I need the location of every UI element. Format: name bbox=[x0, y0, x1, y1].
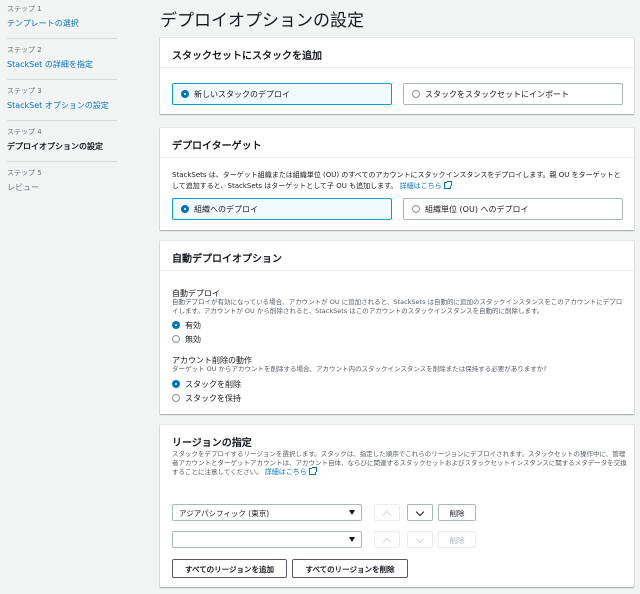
panel-header: スタックセットにスタックを追加 bbox=[160, 38, 634, 68]
step-number: ステップ 5 bbox=[7, 169, 42, 177]
step-label-stackset-options[interactable]: StackSet オプションの設定 bbox=[7, 100, 117, 111]
deploy-new-stacks-tile[interactable]: 新しいスタックのデプロイ bbox=[172, 83, 392, 105]
remove-region-button[interactable]: 削除 bbox=[438, 531, 476, 548]
panel-header: リージョンの指定 bbox=[172, 438, 252, 449]
external-link-icon bbox=[308, 467, 317, 475]
tile-label: スタックをスタックセットにインポート bbox=[425, 90, 569, 99]
radio-unselected-icon[interactable] bbox=[412, 205, 420, 213]
region-select-empty[interactable] bbox=[172, 531, 362, 548]
option-label: 有効 bbox=[185, 321, 201, 330]
delete-stacks-option[interactable]: スタックを削除 bbox=[172, 379, 241, 390]
step-label-stackset-details[interactable]: StackSet の詳細を指定 bbox=[7, 59, 117, 70]
radio-selected-icon[interactable] bbox=[172, 380, 180, 388]
auto-deploy-description: 自動デプロイが有効になっている場合、アカウントが OU に追加されると、Stac… bbox=[172, 298, 623, 315]
auto-deploy-disabled-option[interactable]: 無効 bbox=[172, 334, 201, 345]
regions-panel: リージョンの指定 スタックをデプロイするリージョンを選択します。スタックは、指定… bbox=[160, 425, 634, 587]
panel-header: デプロイターゲット bbox=[160, 128, 634, 158]
chevron-up-icon bbox=[382, 537, 392, 547]
caret-down-icon bbox=[349, 510, 355, 515]
step-5: ステップ 5 レビュー bbox=[7, 169, 117, 193]
sidebar-steps: ステップ 1 テンプレートの選択 ステップ 2 StackSet の詳細を指定 … bbox=[0, 0, 130, 594]
regions-description: スタックをデプロイするリージョンを選択します。スタックは、指定した順序でこれらの… bbox=[172, 450, 627, 477]
region-select[interactable]: アジアパシフィック (東京) bbox=[172, 504, 362, 521]
add-all-regions-button[interactable]: すべてのリージョンを追加 bbox=[172, 559, 287, 578]
tile-label: 新しいスタックのデプロイ bbox=[194, 90, 290, 99]
step-1[interactable]: ステップ 1 テンプレートの選択 bbox=[7, 5, 117, 29]
radio-unselected-icon[interactable] bbox=[172, 335, 180, 343]
auto-deploy-enabled-option[interactable]: 有効 bbox=[172, 320, 201, 331]
step-number: ステップ 3 bbox=[7, 87, 42, 95]
chevron-down-icon bbox=[415, 507, 425, 517]
radio-selected-icon[interactable] bbox=[181, 205, 189, 213]
step-number: ステップ 4 bbox=[7, 128, 42, 136]
learn-more-link[interactable]: 詳細はこちら bbox=[400, 182, 442, 190]
step-divider bbox=[7, 120, 117, 121]
account-removal-description: ターゲット OU からアカウントを削除する場合、アカウント内のスタックインスタン… bbox=[172, 365, 547, 373]
move-down-button[interactable] bbox=[407, 504, 433, 521]
deploy-target-description: StackSets は、ターゲット組織または組織単位 (OU) のすべてのアカウ… bbox=[172, 170, 627, 192]
deployment-targets-panel: デプロイターゲット StackSets は、ターゲット組織または組織単位 (OU… bbox=[160, 128, 634, 230]
description-text: スタックをデプロイするリージョンを選択します。スタックは、指定した順序でこれらの… bbox=[172, 450, 627, 476]
option-label: スタックを削除 bbox=[185, 380, 241, 389]
move-down-button[interactable] bbox=[407, 531, 433, 548]
caret-down-icon bbox=[349, 537, 355, 542]
step-label-select-template[interactable]: テンプレートの選択 bbox=[7, 18, 117, 29]
step-label-deploy-options: デプロイオプションの設定 bbox=[7, 142, 103, 151]
radio-selected-icon[interactable] bbox=[172, 321, 180, 329]
retain-stacks-option[interactable]: スタックを保持 bbox=[172, 393, 241, 404]
move-up-button[interactable] bbox=[374, 531, 400, 548]
add-stacks-panel: スタックセットにスタックを追加 新しいスタックのデプロイ スタックをスタックセッ… bbox=[160, 38, 634, 114]
step-2[interactable]: ステップ 2 StackSet の詳細を指定 bbox=[7, 46, 117, 70]
radio-selected-icon[interactable] bbox=[181, 90, 189, 98]
tile-label: 組織単位 (OU) へのデプロイ bbox=[425, 205, 529, 214]
panel-header: 自動デプロイオプション bbox=[160, 241, 634, 271]
auto-deploy-panel: 自動デプロイオプション 自動デプロイ 自動デプロイが有効になっている場合、アカウ… bbox=[160, 241, 634, 414]
step-divider bbox=[7, 38, 117, 39]
step-3[interactable]: ステップ 3 StackSet オプションの設定 bbox=[7, 87, 117, 111]
step-number: ステップ 2 bbox=[7, 46, 42, 54]
chevron-down-icon bbox=[415, 534, 425, 544]
step-number: ステップ 1 bbox=[7, 5, 42, 13]
tile-label: 組織へのデプロイ bbox=[194, 205, 258, 214]
remove-region-button[interactable]: 削除 bbox=[438, 504, 476, 521]
deploy-to-ou-tile[interactable]: 組織単位 (OU) へのデプロイ bbox=[403, 198, 623, 220]
step-label-review: レビュー bbox=[7, 183, 39, 192]
radio-unselected-icon[interactable] bbox=[412, 90, 420, 98]
description-text: StackSets は、ターゲット組織または組織単位 (OU) のすべてのアカウ… bbox=[172, 171, 621, 190]
learn-more-link[interactable]: 詳細はこちら bbox=[265, 468, 307, 476]
step-divider bbox=[7, 79, 117, 80]
option-label: スタックを保持 bbox=[185, 394, 241, 403]
select-value: アジアパシフィック (東京) bbox=[179, 509, 270, 518]
deploy-to-org-tile[interactable]: 組織へのデプロイ bbox=[172, 198, 392, 220]
external-link-icon bbox=[443, 181, 452, 189]
step-4: ステップ 4 デプロイオプションの設定 bbox=[7, 128, 117, 152]
import-stacks-tile[interactable]: スタックをスタックセットにインポート bbox=[403, 83, 623, 105]
remove-all-regions-button[interactable]: すべてのリージョンを削除 bbox=[292, 559, 408, 578]
move-up-button[interactable] bbox=[374, 504, 400, 521]
page-title: デプロイオプションの設定 bbox=[160, 11, 364, 31]
chevron-up-icon bbox=[382, 510, 392, 520]
option-label: 無効 bbox=[185, 335, 201, 344]
radio-unselected-icon[interactable] bbox=[172, 394, 180, 402]
step-divider bbox=[7, 161, 117, 162]
